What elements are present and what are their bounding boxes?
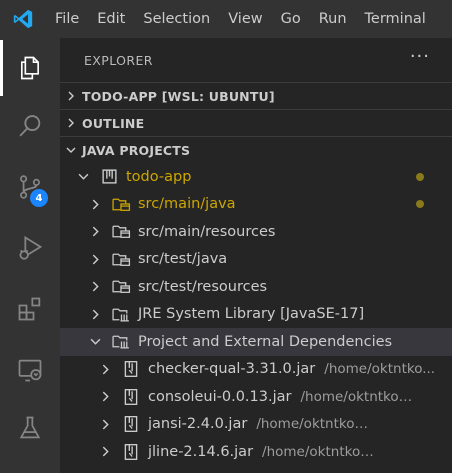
explorer-title: EXPLORER	[84, 52, 153, 68]
jar-path: /home/oktntko/.gr...	[300, 388, 416, 405]
tree-item-jre-library[interactable]: JRE System Library [JavaSE-17]	[60, 301, 452, 329]
jar-icon	[120, 443, 142, 461]
section-outline-label: OUTLINE	[82, 115, 145, 131]
section-java-projects-label: JAVA PROJECTS	[82, 142, 191, 158]
tree-item-src-main-java[interactable]: src/main/java	[60, 191, 452, 219]
jar-name: jansi-2.4.0.jar	[148, 416, 248, 433]
jar-name: consoleui-0.0.13.jar	[148, 388, 292, 405]
testing-icon[interactable]	[0, 400, 60, 456]
tree-item-dependencies[interactable]: Project and External Dependencies	[60, 328, 452, 356]
library-icon	[110, 333, 132, 350]
jar-path: /home/oktntko/.gradle/ca...	[256, 416, 372, 433]
search-icon[interactable]	[0, 98, 60, 154]
chevron-right-icon	[86, 199, 104, 210]
menu-file[interactable]: File	[46, 0, 88, 38]
chevron-right-icon	[96, 391, 114, 402]
jar-icon	[120, 388, 142, 406]
explorer-icon[interactable]	[0, 40, 60, 96]
menu-run[interactable]: Run	[310, 0, 356, 38]
title-bar: File Edit Selection View Go Run Terminal	[0, 0, 452, 38]
explorer-header: EXPLORER ···	[60, 38, 452, 82]
chevron-right-icon	[60, 118, 82, 128]
tree-label: Project and External Dependencies	[138, 333, 393, 350]
tree-item-jar[interactable]: checker-qual-3.31.0.jar /home/oktntko...	[60, 356, 452, 384]
chevron-right-icon	[86, 254, 104, 265]
chevron-right-icon	[86, 281, 104, 292]
tree-item-src-main-resources[interactable]: src/main/resources	[60, 218, 452, 246]
modified-indicator	[416, 172, 424, 181]
tree-label: src/main/java	[138, 196, 236, 213]
tree-item-jar[interactable]: jansi-2.4.0.jar /home/oktntko/.gradle/ca…	[60, 411, 452, 439]
source-control-icon[interactable]: 4	[0, 159, 60, 215]
jar-icon	[120, 415, 142, 433]
scm-badge: 4	[30, 189, 48, 207]
jar-path: /home/oktntko...	[324, 361, 436, 378]
jar-name: jline-2.14.6.jar	[148, 443, 254, 460]
library-icon	[110, 306, 132, 323]
explorer-sidebar: EXPLORER ··· TODO-APP [WSL: UBUNTU] OUTL…	[60, 38, 452, 473]
run-debug-icon[interactable]	[0, 220, 60, 276]
tree-item-jar[interactable]: jline-2.14.6.jar /home/oktntko/.gradle/c…	[60, 438, 452, 466]
chevron-right-icon	[60, 91, 82, 101]
section-workspace-label: TODO-APP [WSL: UBUNTU]	[82, 88, 275, 104]
chevron-down-icon	[60, 145, 82, 155]
package-folder-icon	[110, 251, 132, 268]
menu-edit[interactable]: Edit	[88, 0, 134, 38]
vscode-logo-icon[interactable]	[0, 0, 46, 38]
chevron-right-icon	[96, 419, 114, 430]
tree-label: src/test/java	[138, 251, 228, 268]
tree-item-src-test-java[interactable]: src/test/java	[60, 246, 452, 274]
chevron-right-icon	[86, 309, 104, 320]
chevron-down-icon	[86, 336, 104, 347]
menu-terminal[interactable]: Terminal	[356, 0, 435, 38]
section-java-projects[interactable]: JAVA PROJECTS	[60, 136, 452, 163]
section-workspace[interactable]: TODO-APP [WSL: UBUNTU]	[60, 82, 452, 109]
remote-explorer-icon[interactable]	[0, 342, 60, 398]
package-folder-icon	[110, 278, 132, 295]
section-outline[interactable]: OUTLINE	[60, 109, 452, 136]
project-label: todo-app	[126, 168, 192, 185]
tree-item-project[interactable]: todo-app	[60, 163, 452, 191]
tree-label: JRE System Library [JavaSE-17]	[138, 306, 365, 323]
extensions-icon[interactable]	[0, 281, 60, 337]
jar-path: /home/oktntko/.gradle/c...	[262, 443, 378, 460]
more-actions-button[interactable]: ···	[410, 48, 430, 66]
tree-item-jar[interactable]: consoleui-0.0.13.jar /home/oktntko/.gr..…	[60, 383, 452, 411]
jar-name: checker-qual-3.31.0.jar	[148, 361, 316, 378]
package-folder-icon	[110, 223, 132, 240]
chevron-right-icon	[86, 226, 104, 237]
menu-selection[interactable]: Selection	[134, 0, 219, 38]
menu-view[interactable]: View	[219, 0, 271, 38]
project-icon	[98, 168, 120, 185]
jar-icon	[120, 360, 142, 378]
activity-bar: 4	[0, 38, 60, 473]
tree-label: src/main/resources	[138, 223, 276, 240]
chevron-down-icon	[74, 171, 92, 182]
chevron-right-icon	[96, 446, 114, 457]
tree-item-src-test-resources[interactable]: src/test/resources	[60, 273, 452, 301]
chevron-right-icon	[96, 364, 114, 375]
menu-go[interactable]: Go	[272, 0, 310, 38]
modified-indicator	[416, 200, 424, 209]
tree-label: src/test/resources	[138, 278, 268, 295]
package-folder-icon	[110, 196, 132, 213]
